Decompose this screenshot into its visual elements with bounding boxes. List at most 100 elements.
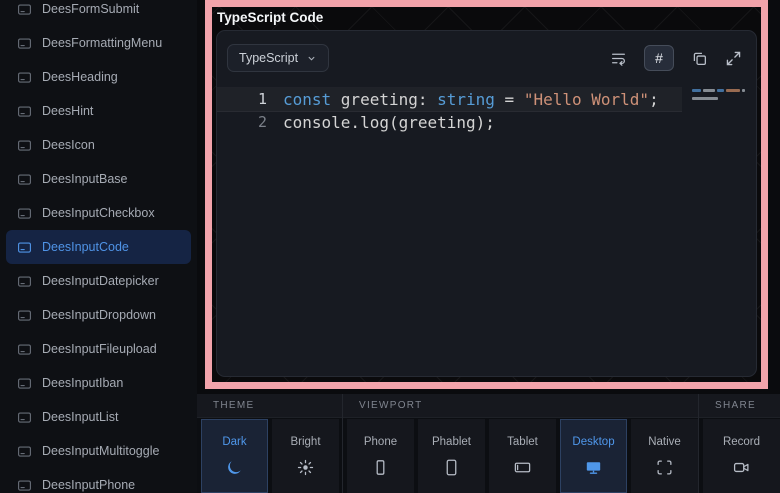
button-label: Desktop: [572, 436, 614, 448]
sidebar-item-DeesFormSubmit[interactable]: DeesFormSubmit: [6, 0, 191, 26]
expand-icon[interactable]: [725, 50, 742, 67]
code-text: console.log(greeting);: [283, 111, 495, 134]
line-number: 2: [217, 111, 267, 134]
bright-button[interactable]: Bright: [272, 419, 339, 493]
bottom-group-share: SHARE Record: [699, 394, 780, 493]
button-label: Bright: [290, 436, 320, 448]
component-icon: [17, 2, 32, 17]
component-icon: [17, 104, 32, 119]
sidebar-item-DeesInputDatepicker[interactable]: DeesInputDatepicker: [6, 264, 191, 298]
sidebar-item-DeesHeading[interactable]: DeesHeading: [6, 60, 191, 94]
editor-toolbar: TypeScript #: [217, 31, 756, 80]
group-cells: Phone Phablet Tablet Desktop Native: [343, 418, 698, 493]
code-lines: 1 const greeting: string = "Hello World";…: [217, 88, 756, 134]
tablet-icon: [514, 459, 531, 476]
button-label: Native: [648, 436, 681, 448]
chevron-down-icon: [306, 53, 317, 64]
button-label: Tablet: [507, 436, 538, 448]
code-line: 1 const greeting: string = "Hello World";: [217, 88, 682, 111]
button-label: Dark: [222, 436, 246, 448]
sidebar: DeesFormSubmit DeesFormattingMenu DeesHead…: [0, 0, 198, 493]
component-icon: [17, 308, 32, 323]
minimap: [692, 89, 750, 100]
main-area: TypeScript Code TypeScript # 1cons: [197, 0, 780, 493]
sidebar-item-label: DeesHeading: [42, 70, 118, 84]
sidebar-list: DeesFormSubmit DeesFormattingMenu DeesHead…: [0, 0, 197, 493]
code-line: 2 console.log(greeting);: [217, 111, 682, 134]
sidebar-item-DeesInputFileupload[interactable]: DeesInputFileupload: [6, 332, 191, 366]
copy-icon[interactable]: [691, 50, 708, 67]
group-label-share: SHARE: [699, 394, 780, 418]
language-selector-label: TypeScript: [239, 51, 298, 65]
sidebar-item-label: DeesInputList: [42, 410, 118, 424]
sidebar-item-DeesInputMultitoggle[interactable]: DeesInputMultitoggle: [6, 434, 191, 468]
sidebar-item-label: DeesInputMultitoggle: [42, 444, 159, 458]
sun-icon: [297, 459, 314, 476]
sidebar-item-DeesInputCheckbox[interactable]: DeesInputCheckbox: [6, 196, 191, 230]
component-demo-frame: TypeScript Code TypeScript # 1cons: [205, 0, 768, 389]
sidebar-item-label: DeesFormattingMenu: [42, 36, 162, 50]
component-icon: [17, 240, 32, 255]
record-icon: [733, 459, 750, 476]
phablet-icon: [443, 459, 460, 476]
sidebar-item-DeesInputDropdown[interactable]: DeesInputDropdown: [6, 298, 191, 332]
phone-button[interactable]: Phone: [347, 419, 414, 493]
group-label-viewport: VIEWPORT: [343, 394, 698, 418]
sidebar-item-DeesInputCode[interactable]: DeesInputCode: [6, 230, 191, 264]
sidebar-item-label: DeesIcon: [42, 138, 95, 152]
sidebar-item-DeesInputBase[interactable]: DeesInputBase: [6, 162, 191, 196]
code-editor: TypeScript # 1 const greeting: string = "…: [216, 30, 757, 377]
desktop-icon: [585, 459, 602, 476]
code-area[interactable]: 1 const greeting: string = "Hello World";…: [217, 80, 756, 376]
button-label: Phablet: [432, 436, 471, 448]
component-icon: [17, 70, 32, 85]
sidebar-item-DeesFormattingMenu[interactable]: DeesFormattingMenu: [6, 26, 191, 60]
bottom-bar: THEME Dark Bright VIEWPORT Phone Phablet Table…: [197, 394, 780, 493]
demo-title: TypeScript Code: [212, 7, 329, 25]
sidebar-item-label: DeesInputDropdown: [42, 308, 156, 322]
sidebar-item-label: DeesInputFileupload: [42, 342, 157, 356]
sidebar-item-DeesHint[interactable]: DeesHint: [6, 94, 191, 128]
button-label: Record: [723, 436, 760, 448]
line-numbers-toggle[interactable]: #: [644, 45, 674, 71]
sidebar-item-label: DeesHint: [42, 104, 93, 118]
tablet-button[interactable]: Tablet: [489, 419, 556, 493]
component-icon: [17, 36, 32, 51]
code-text: const greeting: string = "Hello World";: [283, 88, 659, 111]
component-icon: [17, 138, 32, 153]
group-label-theme: THEME: [197, 394, 342, 418]
record-button[interactable]: Record: [703, 419, 780, 493]
desktop-button[interactable]: Desktop: [560, 419, 627, 493]
component-icon: [17, 376, 32, 391]
phablet-button[interactable]: Phablet: [418, 419, 485, 493]
native-button[interactable]: Native: [631, 419, 698, 493]
minimap-line: [692, 89, 750, 92]
minimap-line: [692, 97, 750, 100]
sidebar-item-label: DeesInputDatepicker: [42, 274, 159, 288]
sidebar-item-DeesInputIban[interactable]: DeesInputIban: [6, 366, 191, 400]
word-wrap-icon[interactable]: [610, 50, 627, 67]
dark-button[interactable]: Dark: [201, 419, 268, 493]
sidebar-item-label: DeesInputBase: [42, 172, 127, 186]
sidebar-item-DeesIcon[interactable]: DeesIcon: [6, 128, 191, 162]
sidebar-item-label: DeesInputIban: [42, 376, 123, 390]
moon-icon: [226, 459, 243, 476]
group-cells: Dark Bright: [197, 418, 342, 493]
component-icon: [17, 410, 32, 425]
language-selector[interactable]: TypeScript: [227, 44, 329, 72]
phone-icon: [372, 459, 389, 476]
component-icon: [17, 172, 32, 187]
bottom-group-theme: THEME Dark Bright: [197, 394, 343, 493]
native-icon: [656, 459, 673, 476]
sidebar-item-DeesInputList[interactable]: DeesInputList: [6, 400, 191, 434]
button-label: Phone: [364, 436, 397, 448]
bottom-group-viewport: VIEWPORT Phone Phablet Tablet Desktop Native: [343, 394, 699, 493]
sidebar-item-DeesInputPhone[interactable]: DeesInputPhone: [6, 468, 191, 493]
component-icon: [17, 206, 32, 221]
component-icon: [17, 342, 32, 357]
component-icon: [17, 274, 32, 289]
component-icon: [17, 478, 32, 493]
component-icon: [17, 444, 32, 459]
sidebar-item-label: DeesInputPhone: [42, 478, 135, 492]
line-number: 1: [217, 88, 267, 111]
